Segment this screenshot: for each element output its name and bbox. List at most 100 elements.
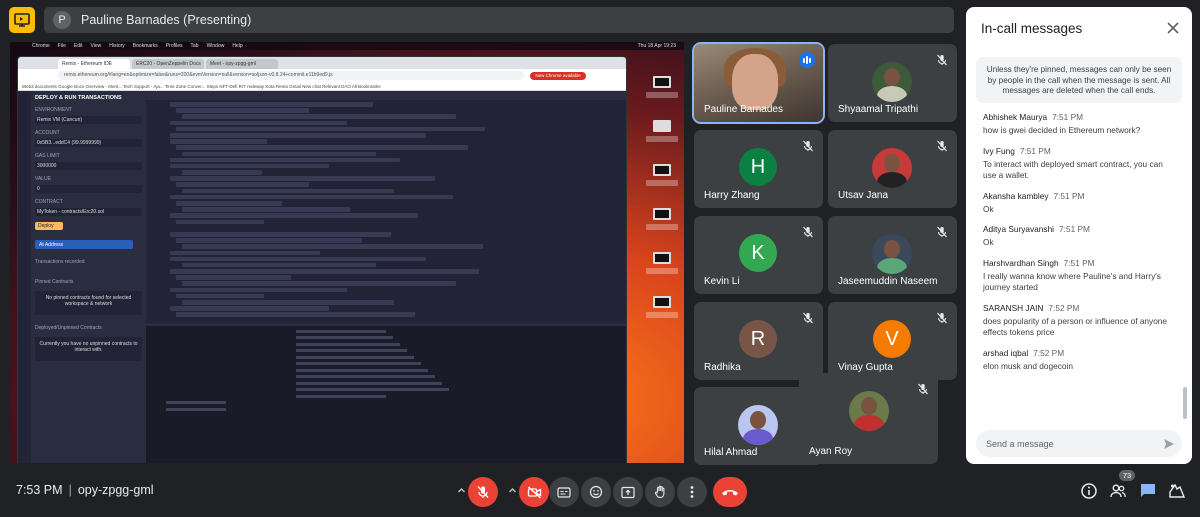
message-header: Akansha kambley 7:51 PM xyxy=(983,191,1182,201)
chevron-up-icon[interactable] xyxy=(508,486,517,495)
participant-name: Hilal Ahmad xyxy=(704,447,758,458)
code-line xyxy=(170,269,480,274)
remix-panel-title: DEPLOY & RUN TRANSACTIONS xyxy=(35,95,122,101)
current-time: 7:53 PM xyxy=(16,483,63,497)
participant-name: Harry Zhang xyxy=(704,190,760,201)
mic-off-icon xyxy=(936,311,948,324)
screenshot-file-icon xyxy=(653,208,671,220)
top-bar: P Pauline Barnades (Presenting) xyxy=(0,0,960,42)
code-line xyxy=(176,219,265,225)
terminal-line xyxy=(296,381,442,385)
code-line xyxy=(170,256,427,262)
participant-tile[interactable]: K Kevin Li xyxy=(694,216,823,294)
desktop-file-label xyxy=(646,312,678,318)
close-icon[interactable] xyxy=(1166,21,1180,35)
participant-tile[interactable]: Shyaamal Tripathi xyxy=(828,44,957,122)
people-icon[interactable] xyxy=(1109,482,1127,500)
people-count-badge: 73 xyxy=(1119,470,1135,481)
chat-icon[interactable] xyxy=(1139,482,1157,500)
message-sender: SARANSH JAIN xyxy=(983,302,1044,313)
more-options-button[interactable] xyxy=(677,477,707,507)
raise-hand-button[interactable] xyxy=(645,477,675,507)
mac-clock: Thu 18 Apr 19:23 xyxy=(637,43,676,49)
leave-call-button[interactable] xyxy=(713,477,747,507)
desktop-file-label xyxy=(646,180,678,186)
meeting-code: opy-zpgg-gml xyxy=(77,483,154,497)
participant-tile[interactable]: Ayan Roy xyxy=(799,373,938,464)
participant-tile[interactable]: Jaseemuddin Naseem xyxy=(828,216,957,294)
message-text: Ok xyxy=(983,237,994,247)
desktop-file xyxy=(642,72,682,114)
mic-off-icon xyxy=(936,225,948,238)
activities-icon[interactable] xyxy=(1168,482,1186,500)
message-time: 7:52 PM xyxy=(1048,302,1080,313)
code-line xyxy=(176,238,362,243)
terminal-line xyxy=(296,336,393,339)
captions-icon xyxy=(557,486,571,498)
terminal-line xyxy=(296,388,449,391)
address-bar: remix.ethereum.org/#lang=en&optimize=fal… xyxy=(18,69,626,82)
code-line xyxy=(170,102,374,107)
participant-name: Utsav Jana xyxy=(838,190,889,201)
participant-tile[interactable]: Utsav Jana xyxy=(828,130,957,208)
message-sender: Akansha kambley xyxy=(983,190,1049,201)
message-time: 7:51 PM xyxy=(1052,112,1084,122)
browser-window: Remix - Ethereum IDE ERC20 - OpenZeppeli… xyxy=(17,56,627,463)
send-icon[interactable] xyxy=(1163,438,1175,450)
camera-toggle-button[interactable] xyxy=(519,477,549,507)
gas-field: 3000000 xyxy=(35,162,142,170)
participant-avatar xyxy=(872,62,912,102)
mac-menu-item: Edit xyxy=(73,43,83,49)
mac-menu-item: Window xyxy=(206,43,225,49)
remix-terminal xyxy=(146,323,626,463)
participant-tile[interactable]: V Vinay Gupta xyxy=(828,302,957,380)
present-screen-icon xyxy=(621,486,635,498)
code-line xyxy=(182,151,377,157)
participant-name: Vinay Gupta xyxy=(838,362,893,373)
desktop-file xyxy=(642,116,682,158)
mic-off-icon xyxy=(802,139,814,152)
present-icon[interactable] xyxy=(9,7,35,33)
hand-icon xyxy=(654,485,664,499)
url-text: remix.ethereum.org/#lang=en&optimize=fal… xyxy=(58,71,524,80)
bottom-bar: 7:53 PM | opy-zpgg-gml xyxy=(0,470,1200,517)
mic-off-icon xyxy=(477,486,489,498)
present-now-button[interactable] xyxy=(613,477,643,507)
browser-tabs: Remix - Ethereum IDE ERC20 - OpenZeppeli… xyxy=(18,57,626,69)
code-line xyxy=(182,207,350,212)
mic-off-icon xyxy=(936,53,948,66)
captions-button[interactable] xyxy=(549,477,579,507)
desktop-file xyxy=(642,292,682,334)
desktop-file-label xyxy=(646,224,678,230)
remix-icon-bar xyxy=(18,91,31,463)
code-line xyxy=(182,281,457,287)
participant-tile[interactable]: H Harry Zhang xyxy=(694,130,823,208)
contract-select: MyToken - contracts/Erc20.sol xyxy=(35,208,142,216)
deployed-contracts: Deployed/Unpinned Contracts xyxy=(35,325,102,331)
bookmarks-bar: Web3 documents Google Docs Overview - Me… xyxy=(18,82,626,91)
desktop-file xyxy=(642,248,682,290)
separator: | xyxy=(68,483,72,497)
mic-off-icon xyxy=(802,225,814,238)
message-input[interactable] xyxy=(976,430,1182,457)
message-text: elon musk and dogecoin xyxy=(983,360,1073,371)
mac-menu-item: File xyxy=(57,43,66,49)
desktop-file xyxy=(642,160,682,202)
info-icon[interactable] xyxy=(1080,482,1098,500)
code-line xyxy=(176,275,291,280)
code-line xyxy=(170,120,347,126)
mic-toggle-button[interactable] xyxy=(468,477,498,507)
message-list[interactable]: Abhishek Maurya 7:51 PM how is gwei decide… xyxy=(966,112,1182,422)
terminal-line xyxy=(296,368,428,372)
terminal-line xyxy=(296,355,414,359)
chevron-up-icon[interactable] xyxy=(457,486,466,495)
message-sender: Ivy Fung xyxy=(983,145,1015,156)
emoji-icon xyxy=(589,485,603,499)
terminal-line xyxy=(296,349,407,352)
desktop-file-label xyxy=(646,268,678,274)
code-line xyxy=(176,145,468,150)
reactions-button[interactable] xyxy=(581,477,611,507)
chat-scrollbar[interactable] xyxy=(1183,387,1187,419)
participant-tile[interactable]: R Radhika xyxy=(694,302,823,380)
participant-tile[interactable]: Pauline Barnades xyxy=(692,42,825,124)
